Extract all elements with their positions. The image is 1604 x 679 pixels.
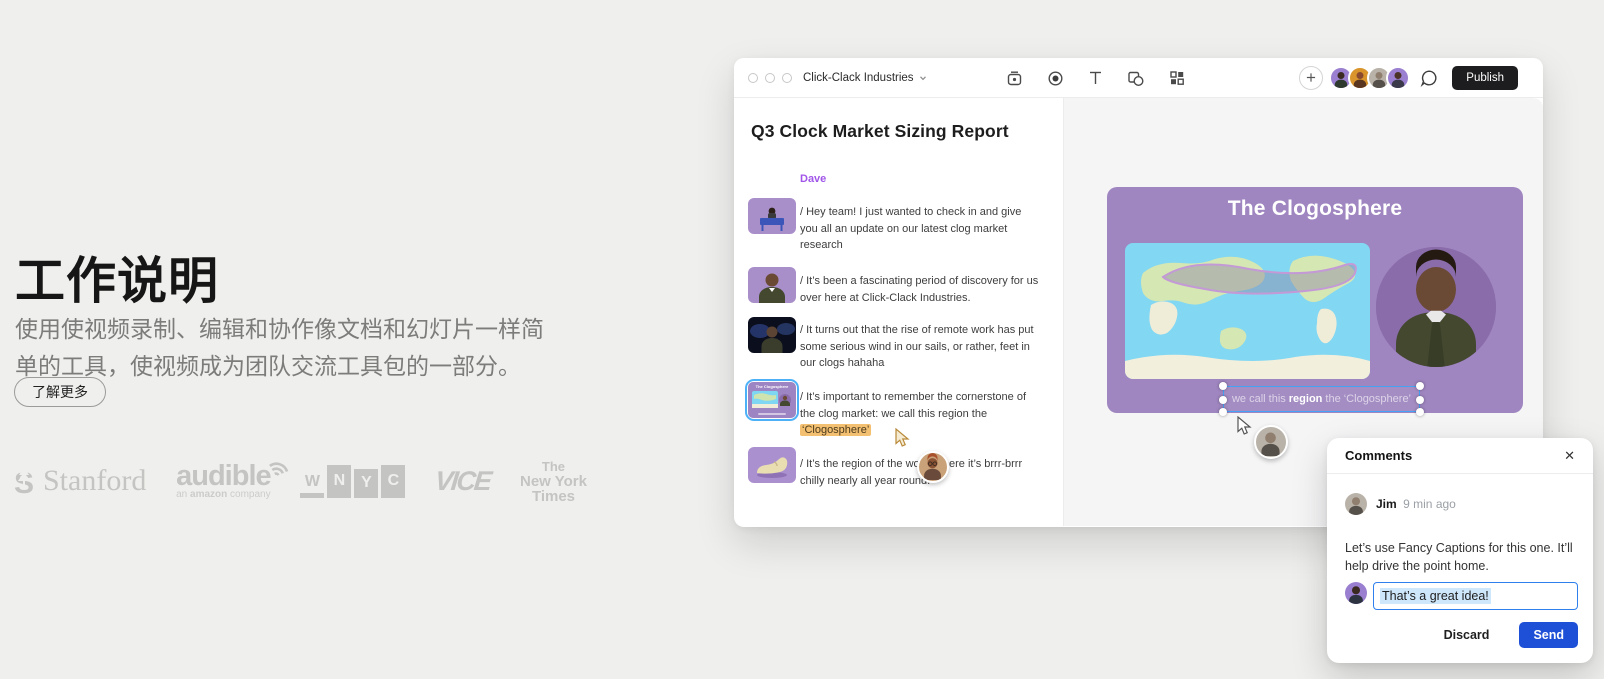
slide-title[interactable]: The Clogosphere bbox=[1107, 197, 1523, 221]
comments-panel: Comments ✕ Jim 9 min ago Let’s use Fancy… bbox=[1327, 438, 1593, 663]
cursor-arrow-slide bbox=[1236, 416, 1254, 436]
audible-wordmark: audible bbox=[176, 463, 271, 489]
commenter-name: Jim bbox=[1376, 497, 1397, 511]
caption-bold-word: region bbox=[1286, 393, 1326, 405]
text-tool-icon[interactable] bbox=[1088, 70, 1103, 86]
collaborator-avatars bbox=[1329, 66, 1410, 90]
collaboration-cluster: Publish bbox=[1299, 66, 1518, 90]
stanford-wordmark: Stanford bbox=[43, 464, 146, 498]
selection-handle[interactable] bbox=[1219, 396, 1227, 404]
page: 工作说明 使用使视频录制、编辑和协作像文档和幻灯片一样简单的工具，使视频成为团队… bbox=[0, 0, 1604, 679]
commenter-avatar bbox=[1345, 493, 1367, 515]
current-user-avatar bbox=[1345, 582, 1367, 604]
close-icon[interactable]: ✕ bbox=[1564, 448, 1575, 464]
wnyc-letter: N bbox=[327, 465, 351, 498]
learn-more-button[interactable]: 了解更多 bbox=[14, 377, 106, 407]
vice-logo: VICE bbox=[434, 466, 492, 497]
avatar[interactable] bbox=[1386, 66, 1410, 90]
transcript-paragraph[interactable]: / It’s important to remember the corners… bbox=[800, 389, 1040, 439]
world-map[interactable] bbox=[1125, 243, 1370, 379]
transcript-paragraph[interactable]: / It’s been a fascinating period of disc… bbox=[800, 273, 1040, 306]
plus-icon bbox=[1306, 72, 1316, 83]
wnyc-letter: Y bbox=[354, 469, 378, 498]
record-tool-icon[interactable] bbox=[1047, 70, 1064, 87]
audible-subtext: an amazon company bbox=[176, 489, 271, 500]
audible-logo: audible an amazon company bbox=[176, 463, 271, 500]
video-thumbnail-dave[interactable] bbox=[748, 267, 796, 303]
comment-compose-row: That’s a great idea! bbox=[1345, 582, 1578, 610]
transcript-paragraph[interactable]: / Hey team! I just wanted to check in an… bbox=[800, 204, 1040, 254]
transcript-paragraph[interactable]: / It turns out that the rise of remote w… bbox=[800, 322, 1040, 372]
chevron-down-icon bbox=[919, 74, 927, 82]
window-close-button[interactable] bbox=[748, 73, 758, 83]
comment-meta: Jim 9 min ago bbox=[1345, 493, 1456, 515]
customer-logos: S Stanford audible an amazon company W N… bbox=[12, 446, 587, 516]
wnyc-letter: W bbox=[300, 465, 324, 498]
window-minimize-button[interactable] bbox=[765, 73, 775, 83]
mini-slide-caption bbox=[758, 413, 786, 415]
comment-input-value: That’s a great idea! bbox=[1380, 588, 1491, 604]
publish-button[interactable]: Publish bbox=[1452, 66, 1518, 90]
video-thumbnail-space[interactable] bbox=[748, 317, 796, 353]
comments-toggle-button[interactable] bbox=[1420, 69, 1438, 87]
comment-bubble-icon bbox=[1420, 69, 1438, 87]
window-controls[interactable] bbox=[748, 73, 792, 83]
slide-thumbnail-selected[interactable]: The Clogosphere bbox=[745, 379, 799, 421]
stanford-logo: S Stanford bbox=[12, 464, 146, 498]
document-pane: Q3 Clock Market Sizing Report Dave / Hey… bbox=[734, 98, 1064, 526]
video-thumbnail-clog[interactable] bbox=[748, 447, 796, 483]
wnyc-logo: W N Y C bbox=[300, 465, 405, 498]
discard-button[interactable]: Discard bbox=[1438, 627, 1496, 643]
shapes-tool-icon[interactable] bbox=[1127, 70, 1145, 87]
comment-text: Let’s use Fancy Captions for this one. I… bbox=[1345, 539, 1573, 575]
stanford-tree-icon: S bbox=[12, 465, 36, 497]
selection-handle[interactable] bbox=[1219, 382, 1227, 390]
video-clip-tool-icon[interactable] bbox=[1006, 70, 1023, 87]
send-button[interactable]: Send bbox=[1519, 622, 1578, 648]
video-thumbnail-desk[interactable] bbox=[748, 198, 796, 234]
wnyc-letter: C bbox=[381, 465, 405, 498]
slide[interactable]: The Clogosphere bbox=[1107, 187, 1523, 413]
audible-arcs-icon bbox=[263, 451, 297, 477]
document-title[interactable]: Q3 Clock Market Sizing Report bbox=[751, 121, 1009, 142]
selection-handle[interactable] bbox=[1416, 408, 1424, 416]
comments-header: Comments ✕ bbox=[1327, 438, 1593, 474]
page-title: 工作说明 bbox=[15, 241, 219, 313]
hero-description: 使用使视频录制、编辑和协作像文档和幻灯片一样简单的工具，使视频成为团队交流工具包… bbox=[15, 311, 563, 385]
selection-handle[interactable] bbox=[1416, 396, 1424, 404]
highlighted-term[interactable]: ‘Clogosphere’ bbox=[800, 424, 871, 436]
project-title-menu[interactable]: Click-Clack Industries bbox=[803, 72, 927, 84]
add-collaborator-button[interactable] bbox=[1299, 66, 1323, 90]
caption-textbox[interactable]: we call this region the ‘Clogosphere’ bbox=[1223, 386, 1420, 412]
app-toolbar: Click-Clack Industries bbox=[734, 58, 1543, 98]
window-zoom-button[interactable] bbox=[782, 73, 792, 83]
comment-input[interactable]: That’s a great idea! bbox=[1373, 582, 1578, 610]
selection-handle[interactable] bbox=[1416, 382, 1424, 390]
collaborator-cursor-avatar bbox=[917, 451, 949, 483]
comment-timestamp: 9 min ago bbox=[1403, 497, 1456, 511]
nyt-logo: The New York Times bbox=[520, 459, 587, 504]
collaborator-cursor-avatar bbox=[1254, 425, 1288, 459]
layout-grid-tool-icon[interactable] bbox=[1169, 70, 1185, 86]
presenter-photo[interactable] bbox=[1376, 247, 1496, 367]
editor-tools bbox=[1006, 58, 1185, 98]
speaker-name: Dave bbox=[800, 173, 826, 185]
comments-title: Comments bbox=[1345, 448, 1412, 463]
comment-actions: Discard Send bbox=[1438, 622, 1578, 648]
selection-handle[interactable] bbox=[1219, 408, 1227, 416]
